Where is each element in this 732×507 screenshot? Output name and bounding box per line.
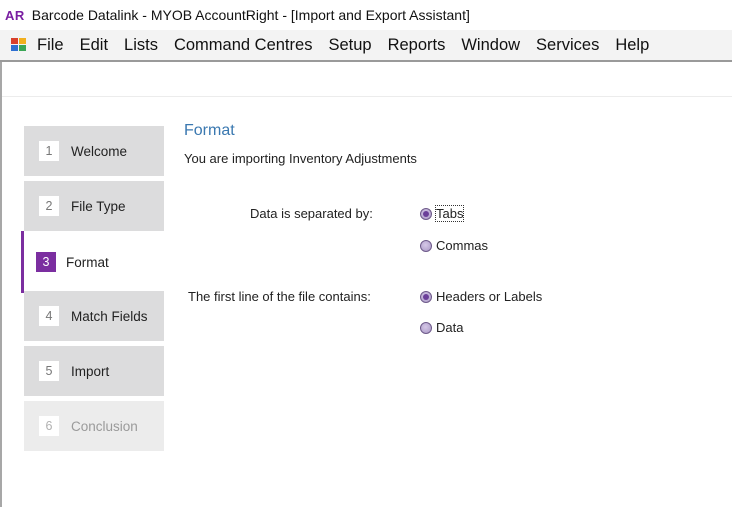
radio-unselected-icon[interactable] bbox=[420, 321, 432, 334]
step-number: 6 bbox=[39, 416, 59, 436]
step-number: 3 bbox=[36, 252, 56, 272]
radio-data[interactable]: Data bbox=[420, 320, 463, 335]
radio-headers-or-labels[interactable]: Headers or Labels bbox=[420, 289, 542, 304]
radio-selected-icon[interactable] bbox=[420, 290, 432, 303]
menu-services[interactable]: Services bbox=[528, 36, 607, 55]
radio-selected-icon[interactable] bbox=[420, 207, 432, 220]
step-number: 4 bbox=[39, 306, 59, 326]
menu-help[interactable]: Help bbox=[607, 36, 657, 55]
page-subtitle: You are importing Inventory Adjustments bbox=[184, 151, 417, 166]
window-title: Barcode Datalink - MYOB AccountRight - [… bbox=[31, 7, 470, 23]
step-file-type[interactable]: 2 File Type bbox=[24, 181, 164, 231]
radio-label: Data bbox=[436, 320, 464, 335]
toolbar-strip bbox=[2, 62, 732, 97]
step-number: 5 bbox=[39, 361, 59, 381]
step-label: Conclusion bbox=[71, 418, 138, 434]
step-match-fields[interactable]: 4 Match Fields bbox=[24, 291, 164, 341]
document-window-icon[interactable] bbox=[11, 37, 29, 53]
menu-edit[interactable]: Edit bbox=[72, 36, 116, 55]
radio-label: Tabs bbox=[434, 205, 465, 222]
menu-lists[interactable]: Lists bbox=[116, 36, 166, 55]
menu-file[interactable]: File bbox=[29, 36, 72, 55]
radio-label: Headers or Labels bbox=[436, 289, 543, 304]
title-bar: AR Barcode Datalink - MYOB AccountRight … bbox=[0, 0, 732, 30]
step-import[interactable]: 5 Import bbox=[24, 346, 164, 396]
page-title: Format bbox=[184, 122, 235, 139]
menu-setup[interactable]: Setup bbox=[320, 36, 379, 55]
step-format[interactable]: 3 Format bbox=[21, 231, 164, 293]
app-logo-icon: AR bbox=[5, 7, 25, 23]
menu-bar: File Edit Lists Command Centres Setup Re… bbox=[0, 30, 732, 62]
radio-unselected-icon[interactable] bbox=[420, 239, 432, 252]
radio-commas[interactable]: Commas bbox=[420, 238, 488, 253]
step-label: File Type bbox=[71, 198, 126, 214]
first-line-label: The first line of the file contains: bbox=[188, 289, 371, 304]
step-conclusion: 6 Conclusion bbox=[24, 401, 164, 451]
step-label: Format bbox=[66, 254, 109, 270]
radio-label: Commas bbox=[436, 238, 489, 253]
menu-command-centres[interactable]: Command Centres bbox=[166, 36, 320, 55]
menu-reports[interactable]: Reports bbox=[380, 36, 454, 55]
step-welcome[interactable]: 1 Welcome bbox=[24, 126, 164, 176]
assistant-window: 1 Welcome 2 File Type 3 Format 4 Match F… bbox=[0, 62, 732, 507]
separator-label: Data is separated by: bbox=[250, 206, 373, 221]
menu-window[interactable]: Window bbox=[453, 36, 528, 55]
step-number: 2 bbox=[39, 196, 59, 216]
step-number: 1 bbox=[39, 141, 59, 161]
radio-tabs[interactable]: Tabs bbox=[420, 205, 465, 222]
step-label: Welcome bbox=[71, 143, 128, 159]
step-label: Match Fields bbox=[71, 308, 148, 324]
step-label: Import bbox=[71, 363, 110, 379]
